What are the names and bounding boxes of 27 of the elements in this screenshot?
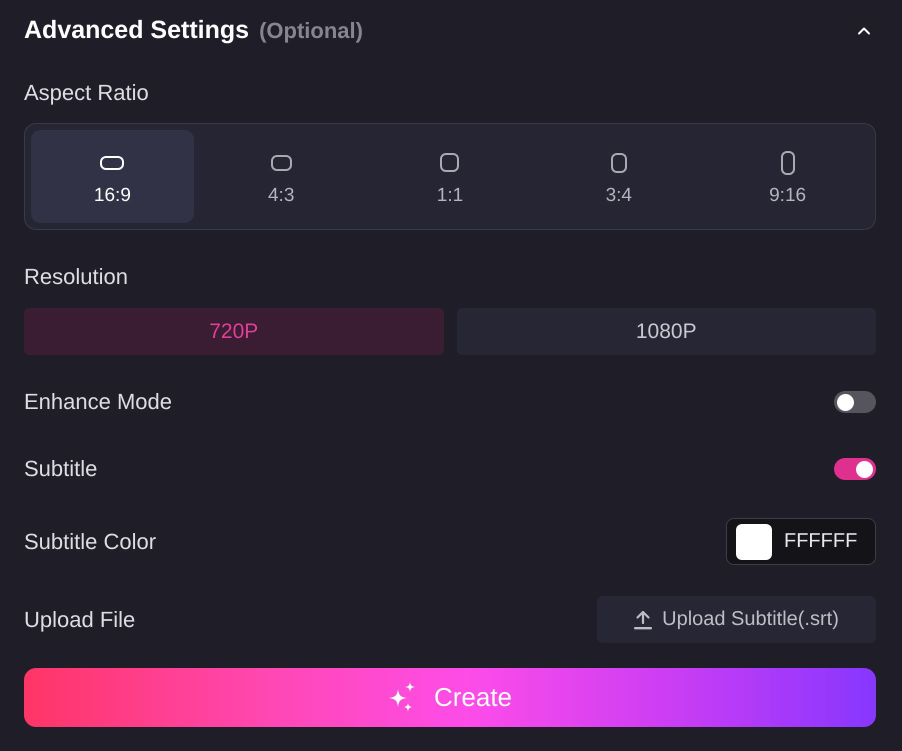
optional-note: (Optional) xyxy=(259,18,363,44)
setting-label: Upload File xyxy=(24,606,136,634)
aspect-ratio-option[interactable]: 9:16 xyxy=(706,130,869,223)
color-swatch-icon xyxy=(736,524,772,560)
resolution-option[interactable]: 720P xyxy=(24,308,444,355)
field-label: Aspect Ratio xyxy=(24,79,150,107)
color-field[interactable]: FFFFFF xyxy=(726,518,876,565)
section-title: Advanced Settings xyxy=(24,16,250,44)
rounded-rectangle-icon xyxy=(100,156,124,170)
rounded-rectangle-icon xyxy=(610,152,627,172)
aspect-ratio-option[interactable]: 16:9 xyxy=(31,130,194,223)
field-label: Resolution xyxy=(24,263,129,291)
aspect-ratio-option[interactable]: 3:4 xyxy=(537,130,700,223)
upload-icon xyxy=(634,610,652,630)
toggle-switch[interactable] xyxy=(834,391,876,413)
chevron-up-icon[interactable] xyxy=(857,26,871,34)
setting-label: Subtitle Color xyxy=(24,528,156,556)
setting-label: Enhance Mode xyxy=(24,388,172,416)
toggle-switch[interactable] xyxy=(834,458,876,480)
aspect-ratio-option[interactable]: 4:3 xyxy=(200,130,363,223)
rounded-rectangle-icon xyxy=(440,153,460,172)
aspect-ratio-option[interactable]: 1:1 xyxy=(368,130,532,223)
rounded-rectangle-icon xyxy=(780,150,795,174)
setting-label: Subtitle xyxy=(24,455,98,483)
resolution-option[interactable]: 1080P xyxy=(456,308,876,355)
upload-button[interactable]: Upload Subtitle(.srt) xyxy=(597,596,876,643)
rounded-rectangle-icon xyxy=(270,154,292,170)
